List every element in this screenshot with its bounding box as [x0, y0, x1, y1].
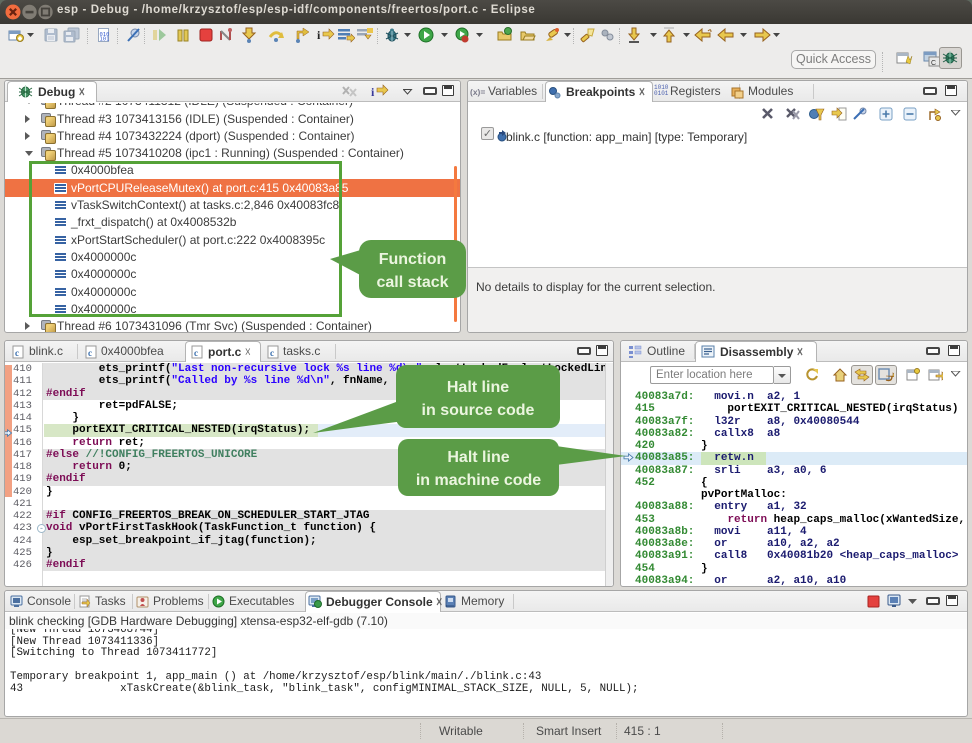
svg-text:C: C	[931, 60, 936, 67]
svg-text:i: i	[317, 28, 321, 42]
svg-text:c: c	[194, 348, 198, 358]
svg-text:c: c	[270, 348, 274, 358]
svg-text:c: c	[15, 348, 19, 358]
svg-text:c: c	[88, 348, 92, 358]
svg-text:101: 101	[100, 37, 110, 43]
svg-text:i: i	[371, 85, 375, 99]
